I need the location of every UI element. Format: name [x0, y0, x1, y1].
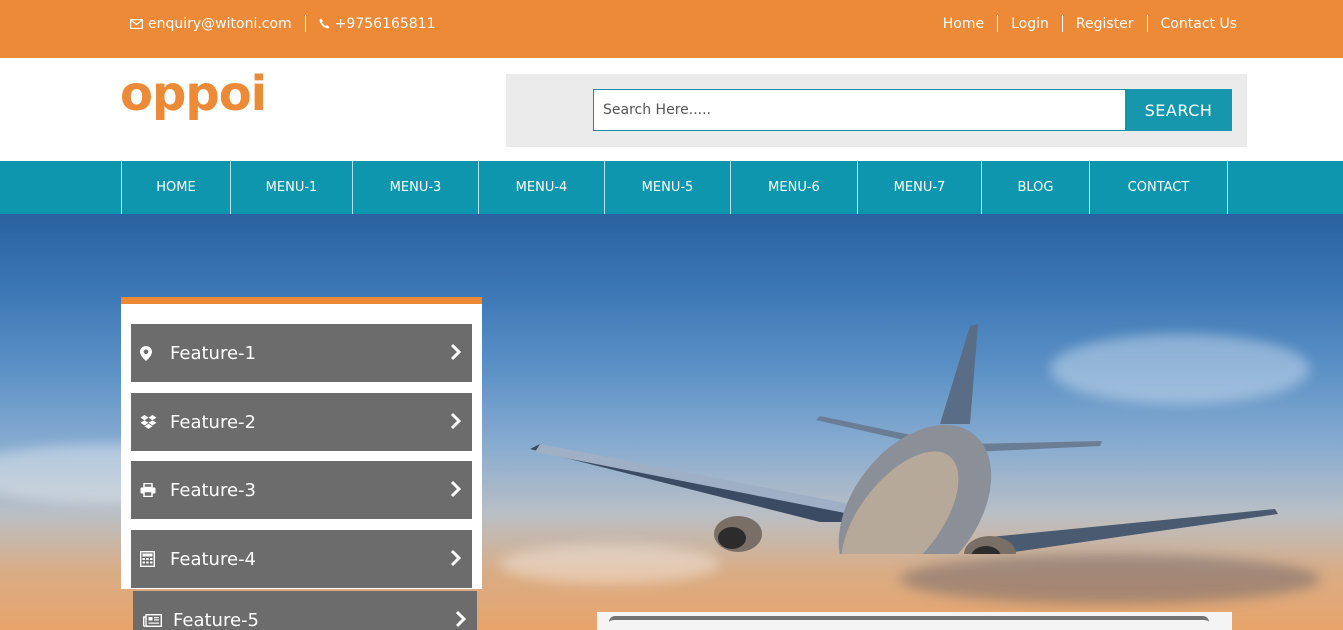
search-area: SEARCH [506, 74, 1247, 147]
divider [304, 15, 306, 32]
map-marker-icon [140, 345, 170, 361]
search-button[interactable]: SEARCH [1125, 89, 1232, 131]
nav-item-home[interactable]: HOME [122, 161, 231, 214]
print-icon [140, 483, 170, 497]
feature-label: Feature-2 [170, 411, 256, 433]
envelope-icon [130, 18, 143, 29]
feature-label: Feature-5 [173, 609, 259, 630]
cloud [900, 554, 1320, 604]
nav-item-menu-6[interactable]: MENU-6 [731, 161, 858, 214]
search-input[interactable] [593, 89, 1126, 131]
top-link-register[interactable]: Register [1076, 16, 1134, 32]
nav-item-menu-1[interactable]: MENU-1 [231, 161, 353, 214]
newspaper-icon [143, 613, 173, 627]
feature-label: Feature-1 [170, 342, 256, 364]
top-link-home[interactable]: Home [943, 16, 984, 32]
contact-info: enquiry@witoni.com +9756165811 [130, 15, 436, 32]
feature-item-4[interactable]: Feature-4 [131, 530, 472, 588]
dropbox-icon [140, 414, 170, 430]
top-link-contact-us[interactable]: Contact Us [1161, 16, 1237, 32]
hero-banner: Feature-1 Feature-2 Feature-3 Feature-4 [0, 214, 1343, 630]
divider [997, 15, 999, 32]
calculator-icon [140, 551, 170, 567]
airplane-image [530, 324, 1278, 554]
top-bar: enquiry@witoni.com +9756165811 Home Logi… [0, 0, 1343, 58]
feature-item-5[interactable]: Feature-5 [133, 591, 477, 630]
feature-panel: Feature-1 Feature-2 Feature-3 Feature-4 [121, 297, 482, 589]
hero-headline-clipped [609, 616, 1209, 630]
main-nav: HOME MENU-1 MENU-3 MENU-4 MENU-5 MENU-6 … [0, 161, 1343, 214]
feature-item-3[interactable]: Feature-3 [131, 461, 472, 519]
feature-label: Feature-3 [170, 479, 256, 501]
chevron-right-icon [455, 610, 467, 628]
divider [1146, 15, 1148, 32]
divider [1061, 15, 1063, 32]
phone-icon [319, 18, 330, 29]
chevron-right-icon [450, 480, 462, 498]
site-logo[interactable]: oppoi [120, 66, 267, 122]
top-links: Home Login Register Contact Us [943, 15, 1237, 32]
nav-item-menu-7[interactable]: MENU-7 [858, 161, 982, 214]
top-link-login[interactable]: Login [1011, 16, 1049, 32]
nav-item-blog[interactable]: BLOG [982, 161, 1090, 214]
feature-item-1[interactable]: Feature-1 [131, 324, 472, 382]
phone-text: +9756165811 [334, 15, 436, 32]
nav-item-menu-5[interactable]: MENU-5 [605, 161, 731, 214]
hero-headline-box [597, 612, 1232, 630]
nav-item-contact[interactable]: CONTACT [1090, 161, 1228, 214]
chevron-right-icon [450, 412, 462, 430]
phone-item[interactable]: +9756165811 [319, 16, 436, 32]
email-item[interactable]: enquiry@witoni.com [130, 16, 292, 32]
chevron-right-icon [450, 343, 462, 361]
chevron-right-icon [450, 549, 462, 567]
feature-label: Feature-4 [170, 548, 256, 570]
nav-item-menu-4[interactable]: MENU-4 [479, 161, 605, 214]
feature-item-2[interactable]: Feature-2 [131, 393, 472, 451]
nav-item-menu-3[interactable]: MENU-3 [353, 161, 479, 214]
email-text: enquiry@witoni.com [148, 15, 292, 32]
